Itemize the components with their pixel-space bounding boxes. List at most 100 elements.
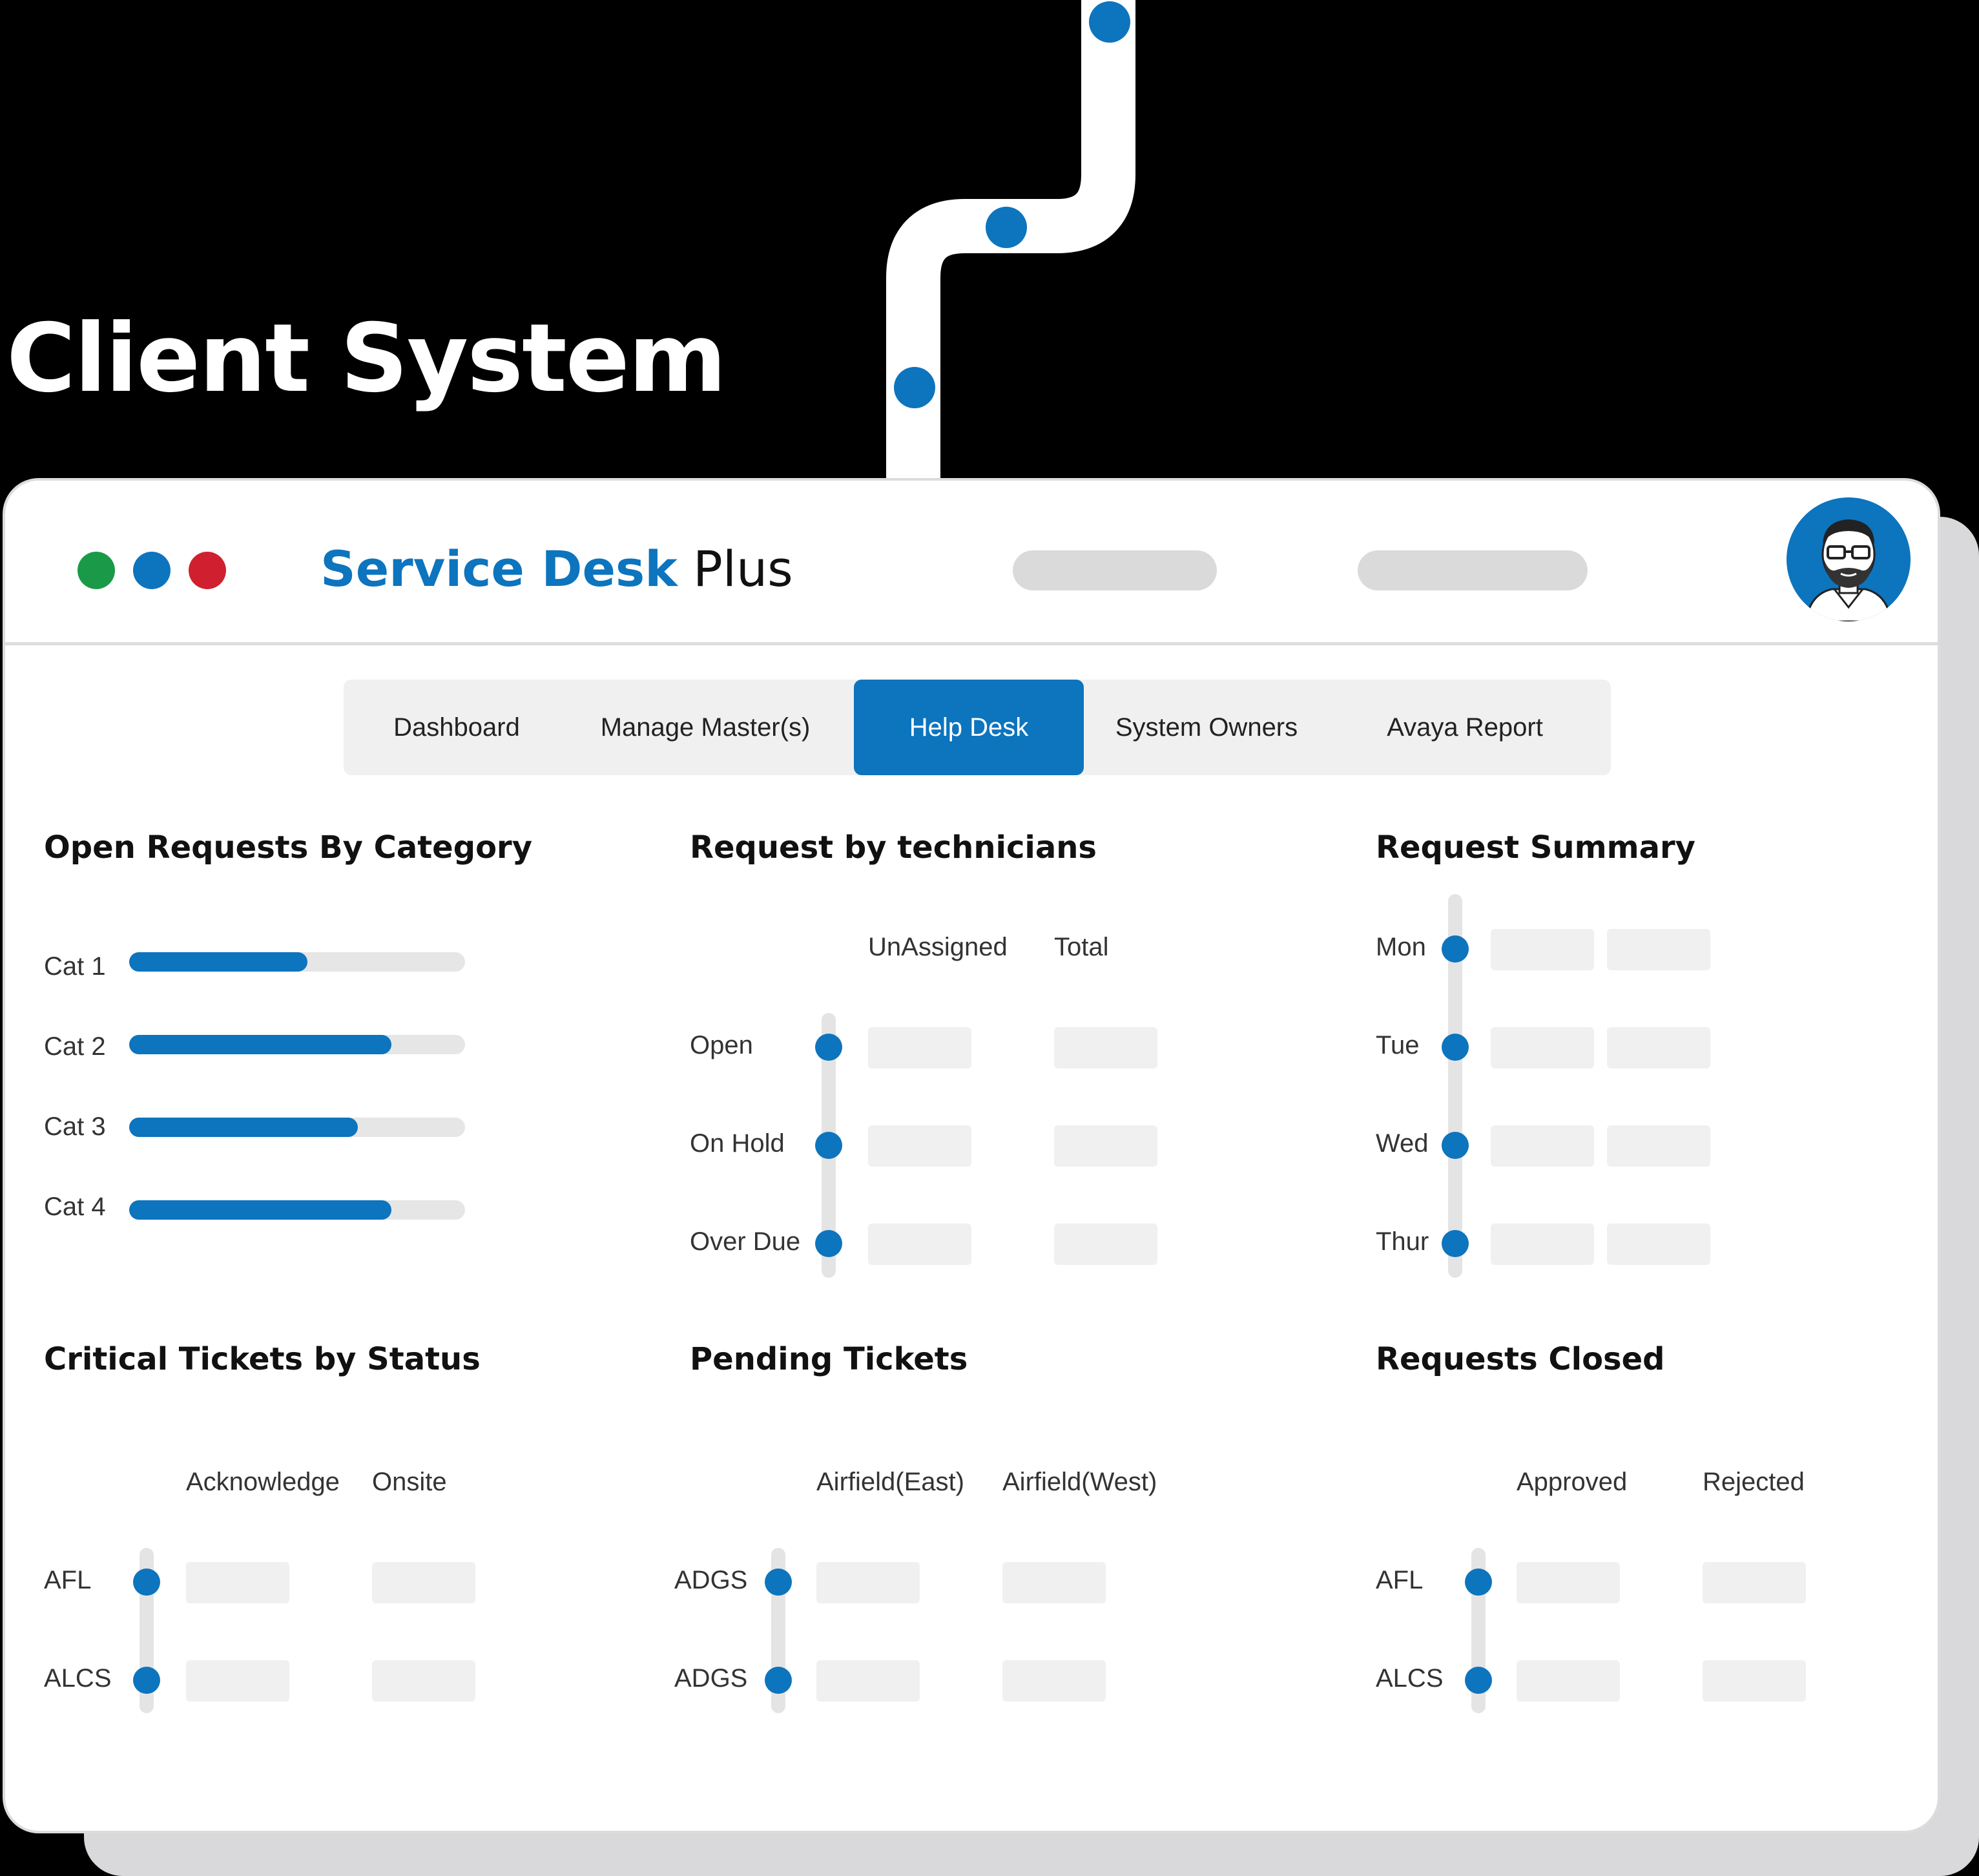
app-brand: Service Desk Plus <box>320 540 793 598</box>
value-cell <box>816 1660 920 1702</box>
category-bar-fill <box>129 952 307 972</box>
tab-dashboard[interactable]: Dashboard <box>344 680 570 775</box>
category-bar-fill <box>129 1118 358 1137</box>
row-label: Over Due <box>690 1227 801 1256</box>
row-label: On Hold <box>690 1129 785 1158</box>
connector-node <box>986 207 1027 248</box>
timeline-dot <box>765 1569 792 1596</box>
row-label: ADGS <box>674 1566 748 1594</box>
timeline-dot <box>1442 1132 1469 1159</box>
row-label: ADGS <box>674 1664 748 1693</box>
value-cell <box>868 1125 971 1167</box>
value-cell <box>1054 1027 1157 1068</box>
value-cell <box>372 1562 475 1603</box>
row-label: Mon <box>1376 933 1426 961</box>
category-bar <box>129 1200 465 1220</box>
timeline-dot <box>1442 1034 1469 1061</box>
category-bar-fill <box>129 1200 391 1220</box>
value-cell <box>1491 929 1594 970</box>
row-label: Tue <box>1376 1031 1420 1059</box>
value-cell <box>1491 1027 1594 1068</box>
column-header: Acknowledge <box>186 1468 340 1496</box>
row-label: ALCS <box>44 1664 112 1693</box>
column-header: Rejected <box>1703 1468 1805 1496</box>
header-placeholder-pill <box>1358 550 1588 590</box>
timeline-dot <box>133 1667 160 1694</box>
value-cell <box>1002 1562 1106 1603</box>
window-red-button[interactable] <box>189 552 226 589</box>
timeline-dot <box>1465 1569 1492 1596</box>
row-label: Open <box>690 1031 753 1059</box>
column-header: Total <box>1054 933 1109 961</box>
bearded-user-avatar-icon <box>1805 519 1892 621</box>
row-label: AFL <box>44 1566 92 1594</box>
category-bar <box>129 952 465 972</box>
timeline-dot <box>765 1667 792 1694</box>
timeline-dot <box>815 1034 842 1061</box>
window-green-button[interactable] <box>78 552 115 589</box>
column-header: Airfield(West) <box>1002 1468 1157 1496</box>
column-header: Airfield(East) <box>816 1468 964 1496</box>
tab-avaya-report[interactable]: Avaya Report <box>1329 680 1601 775</box>
value-cell <box>1002 1660 1106 1702</box>
header-placeholder-pill <box>1013 550 1217 590</box>
category-bar <box>129 1118 465 1137</box>
category-label: Cat 3 <box>44 1112 106 1141</box>
category-bar-fill <box>129 1035 391 1054</box>
value-cell <box>868 1224 971 1265</box>
column-header: Approved <box>1517 1468 1628 1496</box>
row-label: Wed <box>1376 1129 1429 1158</box>
value-cell <box>186 1660 289 1702</box>
tab-manage-masters[interactable]: Manage Master(s) <box>570 680 841 775</box>
category-label: Cat 1 <box>44 952 106 981</box>
value-cell <box>372 1660 475 1702</box>
brand-primary: Service Desk <box>320 540 678 598</box>
title-bar: Service Desk Plus <box>5 481 1938 645</box>
category-bar <box>129 1035 465 1054</box>
value-cell <box>1607 1224 1710 1265</box>
connector-node <box>1089 1 1130 43</box>
value-cell <box>1491 1125 1594 1167</box>
timeline-dot <box>815 1132 842 1159</box>
page-heading: Client System <box>6 304 727 413</box>
timeline-dot <box>815 1230 842 1257</box>
timeline-dot <box>1442 1230 1469 1257</box>
row-label: Thur <box>1376 1227 1429 1256</box>
value-cell <box>1517 1660 1620 1702</box>
value-cell <box>1607 1027 1710 1068</box>
value-cell <box>1491 1224 1594 1265</box>
timeline-dot <box>1465 1667 1492 1694</box>
connector-line <box>886 0 1135 491</box>
value-cell <box>1054 1224 1157 1265</box>
value-cell <box>816 1562 920 1603</box>
window-blue-button[interactable] <box>133 552 171 589</box>
value-cell <box>1607 929 1710 970</box>
category-label: Cat 2 <box>44 1032 106 1061</box>
pending-title: Pending Tickets <box>690 1341 968 1377</box>
value-cell <box>1703 1660 1806 1702</box>
summary-title: Request Summary <box>1376 829 1695 866</box>
tab-help-desk[interactable]: Help Desk <box>854 680 1084 775</box>
value-cell <box>1517 1562 1620 1603</box>
avatar[interactable] <box>1787 497 1911 621</box>
closed-title: Requests Closed <box>1376 1341 1665 1377</box>
tab-system-owners[interactable]: System Owners <box>1084 680 1329 775</box>
open-requests-title: Open Requests By Category <box>44 829 532 866</box>
timeline-dot <box>1442 935 1469 963</box>
category-label: Cat 4 <box>44 1193 106 1221</box>
value-cell <box>186 1562 289 1603</box>
value-cell <box>1703 1562 1806 1603</box>
row-label: ALCS <box>1376 1664 1444 1693</box>
app-window: Service Desk Plus Dashboard Manage Maste… <box>3 478 1940 1833</box>
row-label: AFL <box>1376 1566 1424 1594</box>
brand-secondary: Plus <box>693 540 793 598</box>
value-cell <box>1054 1125 1157 1167</box>
critical-title: Critical Tickets by Status <box>44 1341 481 1377</box>
timeline-dot <box>133 1569 160 1596</box>
column-header: Onsite <box>372 1468 447 1496</box>
column-header: UnAssigned <box>868 933 1008 961</box>
main-nav: Dashboard Manage Master(s) Help Desk Sys… <box>344 680 1611 775</box>
value-cell <box>868 1027 971 1068</box>
technicians-title: Request by technicians <box>690 829 1097 866</box>
value-cell <box>1607 1125 1710 1167</box>
